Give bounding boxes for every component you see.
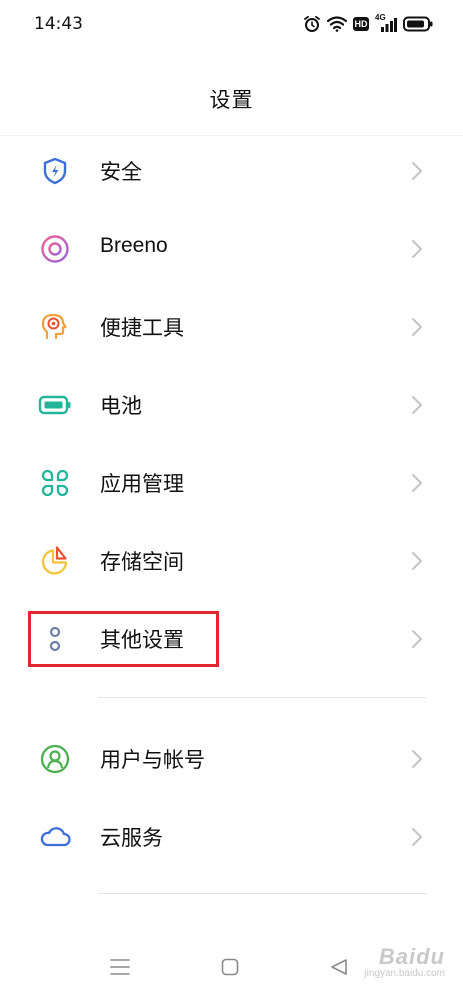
settings-item-label: 便捷工具 [100,316,184,340]
cloud-icon [38,820,72,854]
chevron-right-icon [410,160,424,182]
section-divider [98,697,426,698]
chevron-right-icon [410,316,424,338]
settings-item-label: 电池 [100,394,142,418]
settings-item-quick-tools[interactable]: 便捷工具 [0,294,463,358]
settings-item-storage[interactable]: 存储空间 [0,528,463,592]
quick-tools-icon [38,310,72,344]
settings-item-label: Breeno [100,234,168,257]
settings-item-label: 安全 [100,160,142,184]
chevron-right-icon [410,472,424,494]
settings-item-battery[interactable]: 电池 [0,372,463,436]
menu-icon[interactable] [110,958,130,980]
breeno-icon [38,232,72,266]
chevron-right-icon [410,238,424,260]
battery-status-icon [403,16,433,32]
storage-icon [38,544,72,578]
wifi-icon [327,16,347,32]
watermark-url: jingyan.baidu.com [364,968,445,979]
status-icons: HD 4G [303,13,433,34]
shield-icon [38,154,72,188]
chevron-right-icon [410,628,424,650]
chevron-right-icon [410,826,424,848]
watermark: Baidu jingyan.baidu.com [364,944,445,979]
page-title: 设置 [209,88,254,112]
settings-item-cloud-service[interactable]: 云服务 [0,804,463,868]
status-bar: 14:43 HD 4G [0,0,463,48]
settings-item-security[interactable]: 安全 [0,138,463,202]
chevron-right-icon [410,550,424,572]
battery-icon [38,388,72,422]
status-time: 14:43 [34,14,83,34]
settings-item-label: 用户与帐号 [100,748,205,772]
settings-item-app-management[interactable]: 应用管理 [0,450,463,514]
section-divider [98,893,426,894]
hd-icon: HD [353,17,369,31]
back-icon[interactable] [330,958,348,980]
settings-item-user-account[interactable]: 用户与帐号 [0,726,463,790]
highlight-box [28,611,219,667]
home-icon[interactable] [221,958,239,980]
user-account-icon [38,742,72,776]
settings-item-label: 存储空间 [100,550,184,574]
title-divider [0,135,463,136]
alarm-icon [303,15,321,33]
settings-item-label: 云服务 [100,826,163,850]
chevron-right-icon [410,394,424,416]
settings-item-label: 应用管理 [100,472,184,496]
4g-signal-icon: 4G [375,13,397,33]
watermark-logo: Baidu [378,944,445,969]
app-management-icon [38,466,72,500]
chevron-right-icon [410,748,424,770]
settings-item-breeno[interactable]: Breeno [0,216,463,280]
